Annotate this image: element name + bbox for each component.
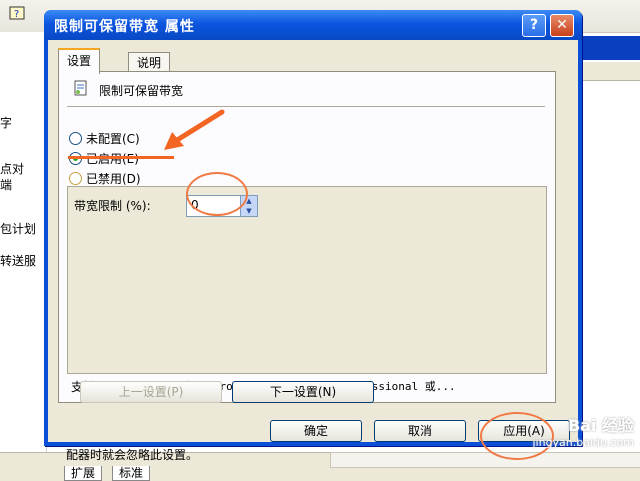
radio-disabled[interactable]: 已禁用(D) xyxy=(69,170,141,187)
title-bar[interactable]: 限制可保留带宽 属性 ? ✕ xyxy=(44,10,582,40)
next-setting-button[interactable]: 下一设置(N) xyxy=(232,381,374,403)
watermark-url: jingyan.baidu.com xyxy=(532,436,634,449)
bandwidth-label: 带宽限制 (%): xyxy=(74,199,151,213)
radio-not-configured[interactable]: 未配置(C) xyxy=(69,130,140,147)
help-button[interactable]: ? xyxy=(522,14,546,37)
stepper-down-icon[interactable]: ▼ xyxy=(241,206,257,216)
radio-label: 未配置(C) xyxy=(86,132,140,146)
divider xyxy=(67,106,545,107)
annotation-underline xyxy=(68,156,174,159)
policy-icon xyxy=(73,80,89,96)
properties-dialog: 限制可保留带宽 属性 ? ✕ 设置 说明 限制可保留带宽 未配置(C) 已启用(… xyxy=(44,10,582,446)
dialog-title: 限制可保留带宽 属性 xyxy=(54,19,195,35)
help-icon[interactable]: ? xyxy=(8,5,30,25)
radio-circle[interactable] xyxy=(69,132,82,145)
cancel-button[interactable]: 取消 xyxy=(374,420,466,442)
background-tree-pane: 字 点对 端 包计划 转送服 xyxy=(0,32,47,452)
background-status-text: 配器时就会忽略此设置。 xyxy=(66,448,199,462)
policy-title: 限制可保留带宽 xyxy=(99,84,184,98)
tab-extended[interactable]: 扩展 xyxy=(64,466,103,481)
background-text: 端 xyxy=(0,178,13,192)
annotation-arrow-icon xyxy=(160,108,230,158)
tab-settings[interactable]: 设置 xyxy=(58,48,101,74)
background-text: 字 xyxy=(0,116,13,130)
watermark-logo: Bai 经验 xyxy=(567,416,634,435)
settings-panel: 限制可保留带宽 未配置(C) 已启用(E) 已禁用(D) 带宽限制 (%): 0 xyxy=(58,71,556,403)
dialog-client-area: 设置 说明 限制可保留带宽 未配置(C) 已启用(E) 已禁用(D) 带宽限制 … xyxy=(48,40,578,442)
annotation-circle xyxy=(186,172,248,216)
radio-label: 已禁用(D) xyxy=(86,172,141,186)
tab-explain[interactable]: 说明 xyxy=(128,52,171,73)
close-button[interactable]: ✕ xyxy=(550,14,574,37)
svg-text:?: ? xyxy=(14,9,19,20)
previous-setting-button[interactable]: 上一设置(P) xyxy=(80,381,222,403)
radio-circle[interactable] xyxy=(69,172,82,185)
ok-button[interactable]: 确定 xyxy=(270,420,362,442)
options-box: 带宽限制 (%): 0 ▲ ▼ xyxy=(67,186,547,374)
background-text: 包计划 xyxy=(0,222,37,236)
tab-standard[interactable]: 标准 xyxy=(112,466,151,481)
background-text: 转送服 xyxy=(0,254,37,268)
background-text: 点对 xyxy=(0,162,25,176)
watermark: Bai 经验 jingyan.baidu.com xyxy=(514,412,634,472)
